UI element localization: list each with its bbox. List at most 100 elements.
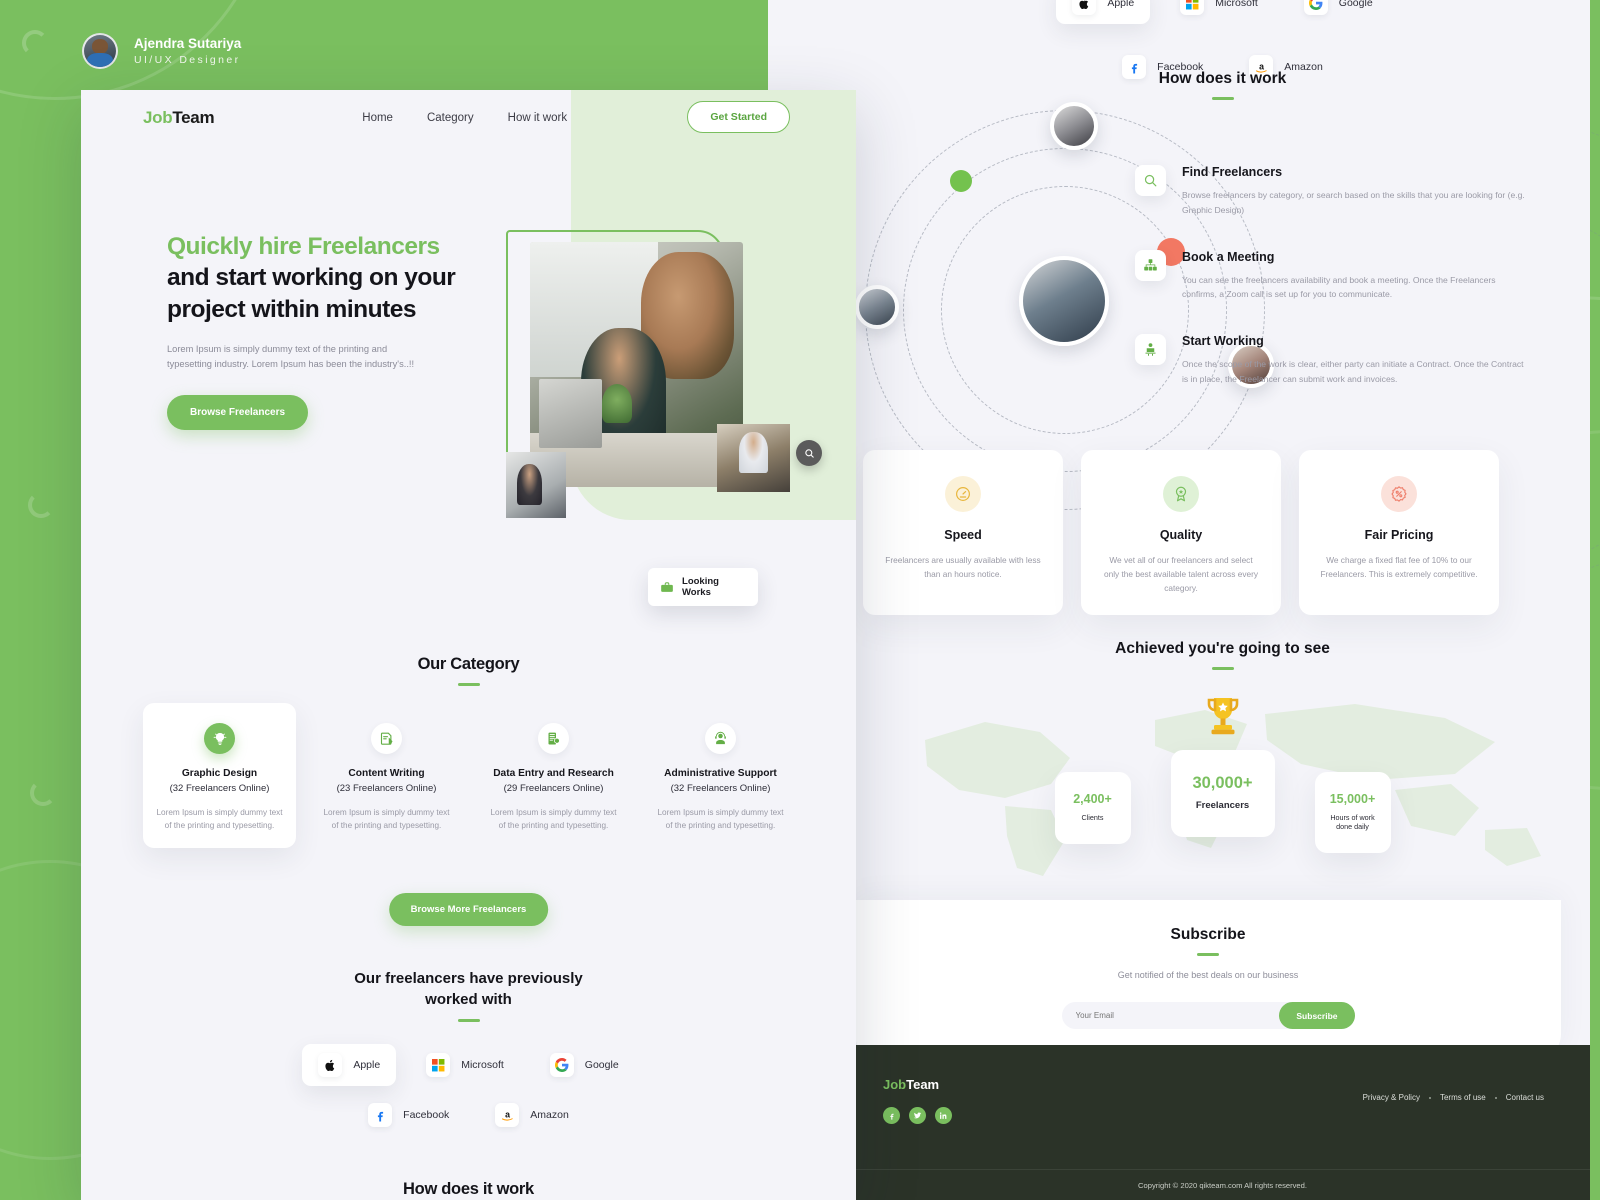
- category-section: Our Category Graphic Design (32 Freelanc…: [81, 655, 856, 848]
- subscribe-form: Subscribe: [1061, 1002, 1355, 1029]
- section-title: How does it work: [403, 1180, 534, 1198]
- stats-row: 2,400+ Clients 30,000+ Freelancers 15,00…: [855, 750, 1590, 853]
- search-icon[interactable]: [796, 440, 822, 466]
- step-item: Start Working Once the scope of the work…: [1135, 334, 1545, 387]
- badge-label: Looking Works: [682, 576, 719, 598]
- brands-title-line1: Our freelancers have previously: [354, 970, 583, 987]
- title-underline: [1211, 667, 1234, 670]
- nav-item-home[interactable]: Home: [362, 112, 393, 124]
- title-underline: [457, 683, 480, 686]
- separator-dot: [1428, 1096, 1431, 1099]
- step-title: Start Working: [1182, 334, 1264, 349]
- stat-number: 2,400+: [1073, 792, 1112, 806]
- category-card-data-entry[interactable]: Data Entry and Research (29 Freelancers …: [477, 703, 630, 848]
- brand-label: Apple: [353, 1059, 381, 1071]
- brands-section: Our freelancers have previously worked w…: [81, 968, 856, 1136]
- microsoft-icon: [1180, 0, 1205, 15]
- twitter-icon[interactable]: [909, 1107, 926, 1124]
- copyright-text: Copyright © 2020 qikteam.com All rights …: [1138, 1180, 1307, 1190]
- feature-title: Speed: [944, 528, 982, 542]
- feature-card-speed: Speed Freelancers are usually available …: [863, 450, 1063, 615]
- orbit-center-avatar: [1019, 256, 1109, 346]
- category-desc: Lorem Ipsum is simply dummy text of the …: [323, 808, 450, 831]
- stat-number: 15,000+: [1329, 792, 1376, 806]
- feature-desc: Freelancers are usually available with l…: [885, 555, 1041, 580]
- category-count: (23 Freelancers Online): [336, 783, 437, 794]
- achievements-section: Achieved you're going to see 2,400+ Clie…: [855, 640, 1590, 900]
- browse-more-freelancers-button[interactable]: Browse More Freelancers: [388, 893, 549, 926]
- hero-title-line2: and start working on your: [167, 264, 456, 292]
- category-card-content-writing[interactable]: Content Writing (23 Freelancers Online) …: [310, 703, 463, 848]
- footer-logo: JobTeam: [883, 1077, 940, 1092]
- footer-link-contact[interactable]: Contact us: [1506, 1093, 1544, 1102]
- stat-label: Freelancers: [1195, 800, 1250, 811]
- brand-label: Google: [584, 1059, 619, 1071]
- subscribe-section: Subscribe Get notified of the best deals…: [855, 900, 1561, 1060]
- feature-card-fair-pricing: Fair Pricing We charge a fixed flat fee …: [1299, 450, 1499, 615]
- section-title: Our freelancers have previously worked w…: [81, 968, 856, 1010]
- speedometer-icon: [945, 476, 981, 512]
- hero-image-collage: Looking Works: [506, 230, 822, 606]
- feature-cards: Speed Freelancers are usually available …: [863, 450, 1583, 615]
- how-it-works-steps: Find Freelancers Browse freelancers by c…: [1135, 165, 1545, 419]
- headset-agent-icon: [705, 723, 736, 754]
- nav-links: Home Category How it work: [362, 112, 567, 124]
- footer-link-privacy[interactable]: Privacy & Policy: [1363, 1093, 1420, 1102]
- hero-photo-small-left: [506, 452, 566, 518]
- brand-apple[interactable]: Apple: [302, 1044, 397, 1086]
- feature-desc: We vet all of our freelancers and select…: [1103, 555, 1259, 594]
- stat-card: 30,000+ Freelancers: [1170, 750, 1275, 837]
- brand-google[interactable]: Google: [1288, 0, 1389, 24]
- logo[interactable]: JobTeam: [143, 108, 215, 128]
- get-started-button[interactable]: Get Started: [687, 101, 790, 133]
- brands-title-line2: worked with: [425, 991, 512, 1008]
- brand-label: Amazon: [530, 1109, 569, 1121]
- category-card-admin-support[interactable]: Administrative Support (32 Freelancers O…: [644, 703, 797, 848]
- hero-section: Quickly hire Freelancers and start worki…: [81, 146, 856, 606]
- bg-dot-arc: [22, 30, 48, 56]
- hero-paragraph: Lorem Ipsum is simply dummy text of the …: [167, 344, 415, 370]
- stat-card: 15,000+ Hours of work done daily: [1314, 772, 1391, 853]
- orbit-dot-green: [950, 170, 972, 192]
- looking-works-badge: Looking Works: [648, 568, 758, 606]
- brand-apple[interactable]: Apple: [1056, 0, 1151, 24]
- subscribe-button[interactable]: Subscribe: [1279, 1002, 1355, 1029]
- facebook-icon[interactable]: [883, 1107, 900, 1124]
- brand-label: Apple: [1107, 0, 1135, 9]
- footer-link-terms[interactable]: Terms of use: [1440, 1093, 1486, 1102]
- step-title: Find Freelancers: [1182, 165, 1283, 179]
- navbar: JobTeam Home Category How it work Get St…: [81, 90, 856, 146]
- nav-item-how-it-work[interactable]: How it work: [508, 112, 567, 124]
- designer-name: Ajendra Sutariya: [134, 36, 242, 51]
- step-desc: Browse freelancers by category, or searc…: [1182, 190, 1525, 215]
- category-card-graphic-design[interactable]: Graphic Design (32 Freelancers Online) L…: [143, 703, 296, 848]
- discount-badge-icon: [1381, 476, 1417, 512]
- feature-card-quality: Quality We vet all of our freelancers an…: [1081, 450, 1281, 615]
- linkedin-icon[interactable]: [935, 1107, 952, 1124]
- brand-microsoft[interactable]: Microsoft: [410, 1044, 520, 1086]
- bg-dot-arc: [28, 492, 54, 518]
- category-cards: Graphic Design (32 Freelancers Online) L…: [143, 703, 797, 848]
- brand-row-1: Apple Microsoft Google: [81, 1044, 856, 1086]
- email-input[interactable]: [1061, 1011, 1280, 1020]
- google-icon: [1303, 0, 1328, 15]
- how-it-works-section-left: How does it work Find Freelancers: [81, 1180, 856, 1200]
- brand-amazon[interactable]: a Amazon: [479, 1094, 585, 1136]
- brand-google[interactable]: Google: [534, 1044, 635, 1086]
- category-desc: Lorem Ipsum is simply dummy text of the …: [156, 808, 283, 831]
- apple-icon: [1072, 0, 1097, 15]
- award-ribbon-icon: [1163, 476, 1199, 512]
- brand-label: Facebook: [403, 1109, 450, 1121]
- brand-facebook[interactable]: Facebook: [352, 1094, 465, 1136]
- browse-freelancers-button[interactable]: Browse Freelancers: [167, 394, 309, 430]
- apple-icon: [318, 1053, 343, 1077]
- hero-title-accent: Quickly hire Freelancers: [167, 233, 440, 260]
- section-title: Our Category: [417, 655, 520, 673]
- category-name: Content Writing: [348, 768, 425, 779]
- category-count: (32 Freelancers Online): [670, 783, 771, 794]
- title-underline: [457, 1019, 480, 1022]
- briefcase-icon: [661, 581, 673, 592]
- category-name: Administrative Support: [664, 768, 777, 779]
- nav-item-category[interactable]: Category: [427, 112, 474, 124]
- brand-microsoft[interactable]: Microsoft: [1164, 0, 1274, 24]
